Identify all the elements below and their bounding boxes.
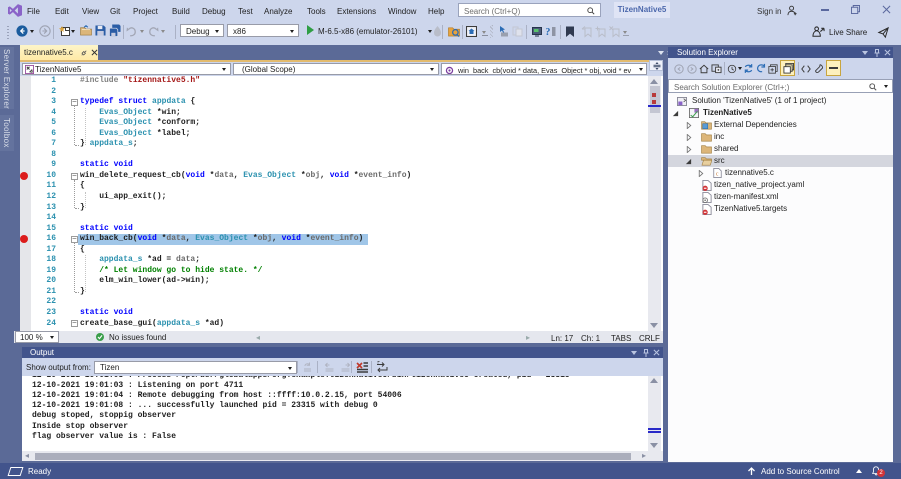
svg-text:c: c [716,172,719,178]
svg-text:?: ? [546,26,551,37]
